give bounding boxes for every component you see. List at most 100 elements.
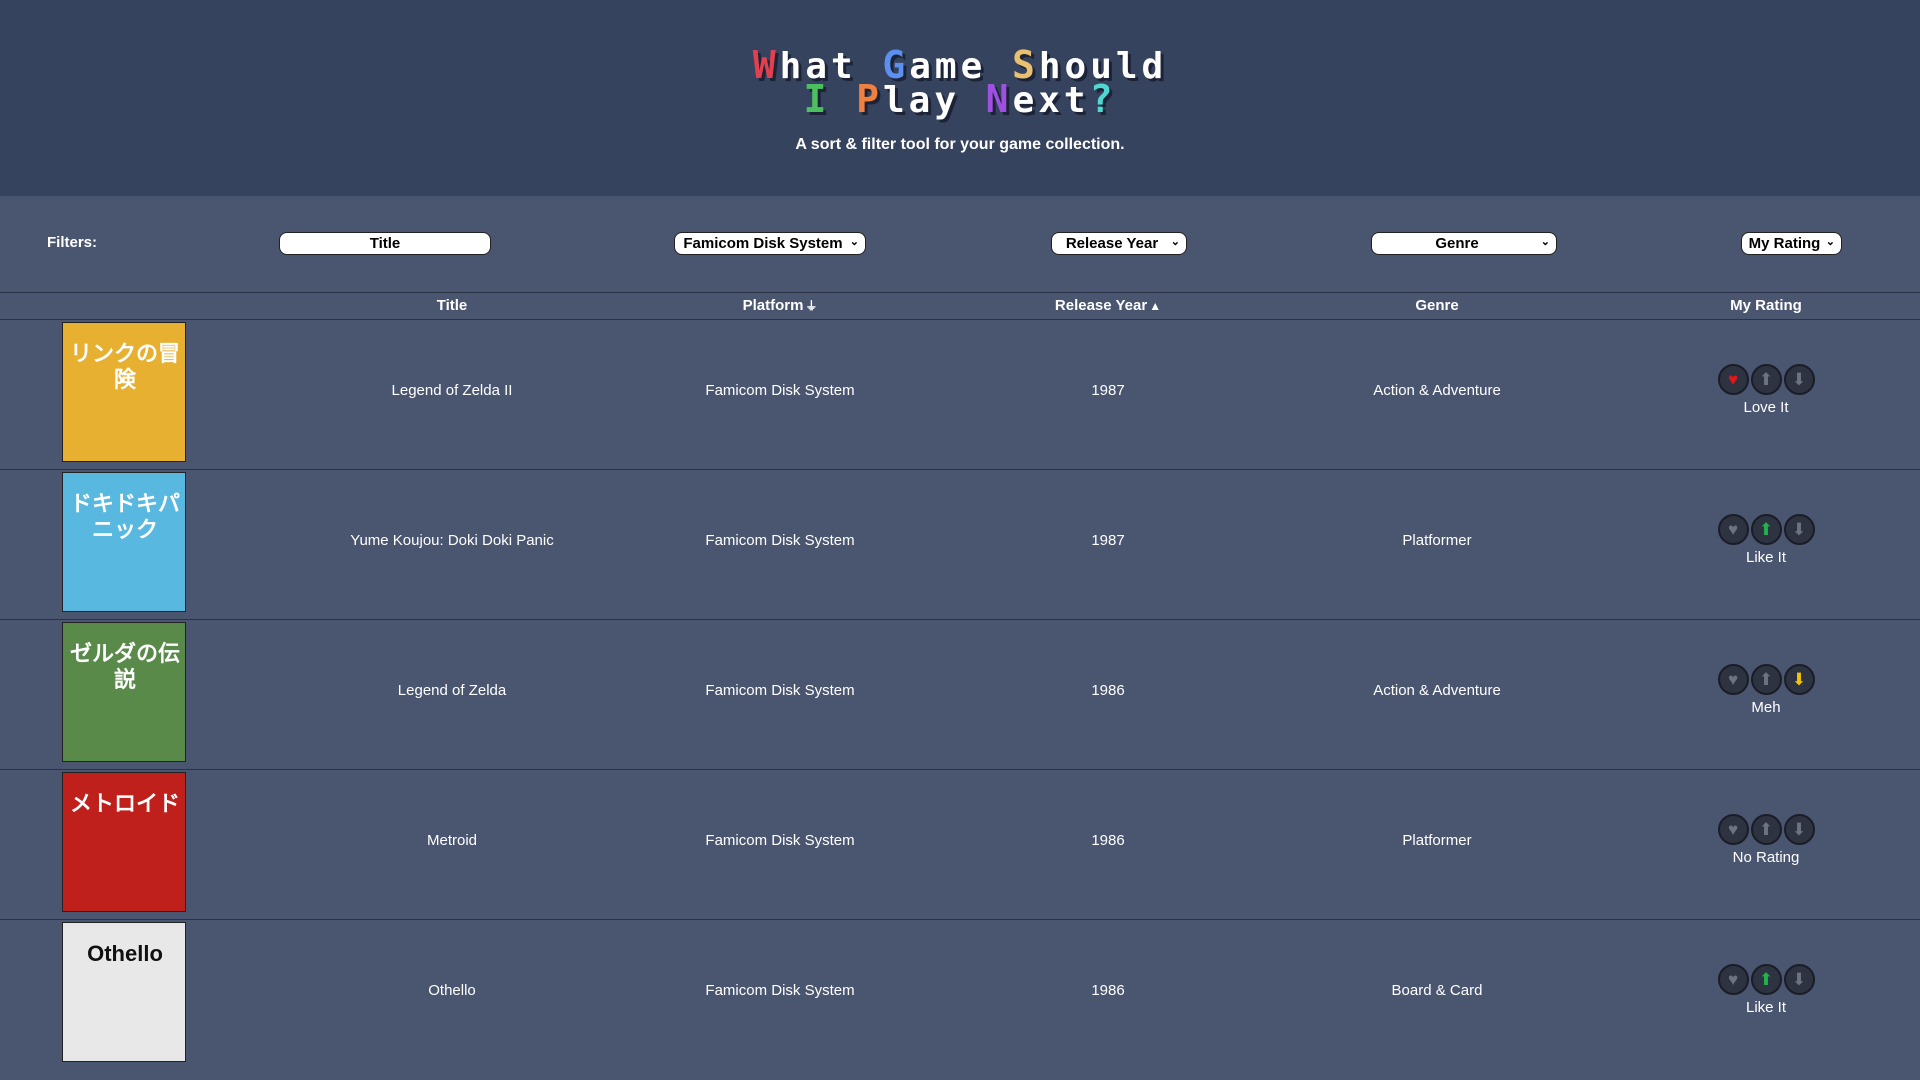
- game-cover-image: ドキドキパニック: [62, 472, 186, 612]
- genre-filter-select[interactable]: Genre ⌄: [1371, 232, 1557, 255]
- game-title: Othello: [428, 982, 476, 999]
- like-it-arrow-up-icon[interactable]: ⬆: [1750, 964, 1782, 995]
- logo-text: ext: [1012, 80, 1090, 121]
- like-it-arrow-up-icon[interactable]: ⬆: [1750, 364, 1782, 395]
- logo-letter: I: [803, 77, 831, 121]
- release-year-filter-select[interactable]: Release Year ⌄: [1051, 232, 1187, 255]
- rating-filter-value: My Rating: [1748, 235, 1821, 252]
- sort-ascending-icon: ▲: [1149, 299, 1162, 313]
- love-it-heart-icon[interactable]: ♥: [1717, 664, 1749, 695]
- rating-label: Love It: [1743, 399, 1789, 416]
- filters-label: Filters:: [47, 234, 98, 251]
- rating-label: No Rating: [1732, 849, 1800, 866]
- game-platform: Famicom Disk System: [705, 532, 855, 549]
- meh-arrow-down-icon[interactable]: ⬇: [1783, 514, 1815, 545]
- logo-letter: N: [985, 77, 1013, 121]
- game-genre: Action & Adventure: [1373, 382, 1501, 399]
- column-header-title[interactable]: Title: [437, 297, 468, 314]
- game-cover-image: ゼルダの伝説: [62, 622, 186, 762]
- page-subtitle: A sort & filter tool for your game colle…: [795, 136, 1125, 153]
- cover-title-art: ドキドキパニック: [69, 491, 180, 542]
- table-row: ドキドキパニック Yume Koujou: Doki Doki Panic Fa…: [0, 470, 1920, 620]
- app-logo-line-2: I Play Next?: [0, 80, 1920, 121]
- app-logo-line-1: What Game Should: [0, 46, 1920, 85]
- love-it-heart-icon[interactable]: ♥: [1717, 364, 1749, 395]
- game-release-year: 1986: [1091, 982, 1125, 999]
- chevron-down-icon: ⌄: [1540, 236, 1550, 248]
- game-title: Yume Koujou: Doki Doki Panic: [350, 532, 554, 549]
- filter-bar: Filters: Title Famicom Disk System ⌄ Rel…: [0, 196, 1920, 292]
- meh-arrow-down-icon[interactable]: ⬇: [1783, 664, 1815, 695]
- meh-arrow-down-icon[interactable]: ⬇: [1783, 814, 1815, 845]
- game-release-year: 1987: [1091, 532, 1125, 549]
- table-header: Title Platform ⏚ Release Year ▲ Genre My R…: [0, 292, 1920, 320]
- chevron-down-icon: ⌄: [849, 236, 859, 248]
- title-filter-placeholder: Title: [369, 235, 401, 252]
- like-it-arrow-up-icon[interactable]: ⬆: [1750, 514, 1782, 545]
- game-genre: Platformer: [1402, 532, 1472, 549]
- game-platform: Famicom Disk System: [705, 982, 855, 999]
- game-release-year: 1987: [1091, 382, 1125, 399]
- logo-letter: W: [752, 43, 780, 87]
- page-header: What Game Should I Play Next? A sort & f…: [0, 0, 1920, 196]
- game-cover-image: メトロイド: [62, 772, 186, 912]
- rating-control: ♥ ⬆ ⬇ Love It: [1716, 364, 1816, 416]
- cover-title-art: メトロイド: [69, 791, 180, 816]
- game-platform: Famicom Disk System: [705, 832, 855, 849]
- meh-arrow-down-icon[interactable]: ⬇: [1783, 964, 1815, 995]
- cover-title-art: ゼルダの伝説: [69, 641, 180, 692]
- table-row: メトロイド Metroid Famicom Disk System 1986 P…: [0, 770, 1920, 920]
- love-it-heart-icon[interactable]: ♥: [1717, 514, 1749, 545]
- chevron-down-icon: ⌄: [1825, 236, 1835, 248]
- logo-text: lay: [882, 80, 986, 121]
- rating-control: ♥ ⬆ ⬇ Like It: [1716, 514, 1816, 566]
- game-title: Legend of Zelda: [397, 682, 507, 699]
- logo-letter: P: [856, 77, 883, 121]
- logo-text: [830, 80, 856, 121]
- rating-filter-select[interactable]: My Rating ⌄: [1741, 232, 1842, 255]
- game-release-year: 1986: [1091, 832, 1125, 849]
- love-it-heart-icon[interactable]: ♥: [1717, 814, 1749, 845]
- like-it-arrow-up-icon[interactable]: ⬆: [1750, 814, 1782, 845]
- chevron-down-icon: ⌄: [1170, 236, 1180, 248]
- game-genre: Board & Card: [1391, 982, 1483, 999]
- love-it-heart-icon[interactable]: ♥: [1717, 964, 1749, 995]
- rating-control: ♥ ⬆ ⬇ No Rating: [1716, 814, 1816, 866]
- game-cover-image: Othello: [62, 922, 186, 1062]
- column-header-label: Genre: [1415, 297, 1459, 314]
- like-it-arrow-up-icon[interactable]: ⬆: [1750, 664, 1782, 695]
- logo-letter: ?: [1089, 77, 1117, 121]
- table-row: Othello Othello Famicom Disk System 1986…: [0, 920, 1920, 1062]
- column-header-label: My Rating: [1730, 297, 1802, 314]
- release-year-filter-value: Release Year: [1065, 235, 1159, 252]
- table-row: リンクの冒険 Legend of Zelda II Famicom Disk S…: [0, 320, 1920, 470]
- game-release-year: 1986: [1091, 682, 1125, 699]
- platform-filter-select[interactable]: Famicom Disk System ⌄: [674, 232, 866, 255]
- game-title: Metroid: [426, 832, 478, 849]
- column-header-label: Release Year: [1054, 297, 1148, 314]
- game-platform: Famicom Disk System: [705, 382, 855, 399]
- rating-label: Like It: [1745, 999, 1787, 1016]
- rating-label: Meh: [1751, 699, 1781, 716]
- cover-title-art: リンクの冒険: [69, 341, 180, 392]
- game-cover-image: リンクの冒険: [62, 322, 186, 462]
- column-header-release-year[interactable]: Release Year ▲: [1055, 297, 1161, 314]
- game-genre: Action & Adventure: [1373, 682, 1501, 699]
- column-header-my-rating[interactable]: My Rating: [1730, 297, 1802, 314]
- table-row: ゼルダの伝説 Legend of Zelda Famicom Disk Syst…: [0, 620, 1920, 770]
- game-title: Legend of Zelda II: [391, 382, 513, 399]
- cover-title-art: Othello: [87, 941, 163, 966]
- meh-arrow-down-icon[interactable]: ⬇: [1783, 364, 1815, 395]
- genre-filter-value: Genre: [1435, 235, 1479, 252]
- game-genre: Platformer: [1402, 832, 1472, 849]
- column-header-platform[interactable]: Platform ⏚: [743, 297, 818, 314]
- game-platform: Famicom Disk System: [705, 682, 855, 699]
- column-header-genre[interactable]: Genre: [1415, 297, 1458, 314]
- column-header-label: Title: [436, 297, 468, 314]
- rating-label: Like It: [1745, 549, 1787, 566]
- title-filter-input[interactable]: Title: [279, 232, 491, 255]
- column-header-label: Platform: [742, 297, 804, 314]
- platform-filter-value: Famicom Disk System: [683, 235, 843, 252]
- sort-neutral-icon: ⏚: [805, 299, 818, 313]
- rating-control: ♥ ⬆ ⬇ Like It: [1716, 964, 1816, 1016]
